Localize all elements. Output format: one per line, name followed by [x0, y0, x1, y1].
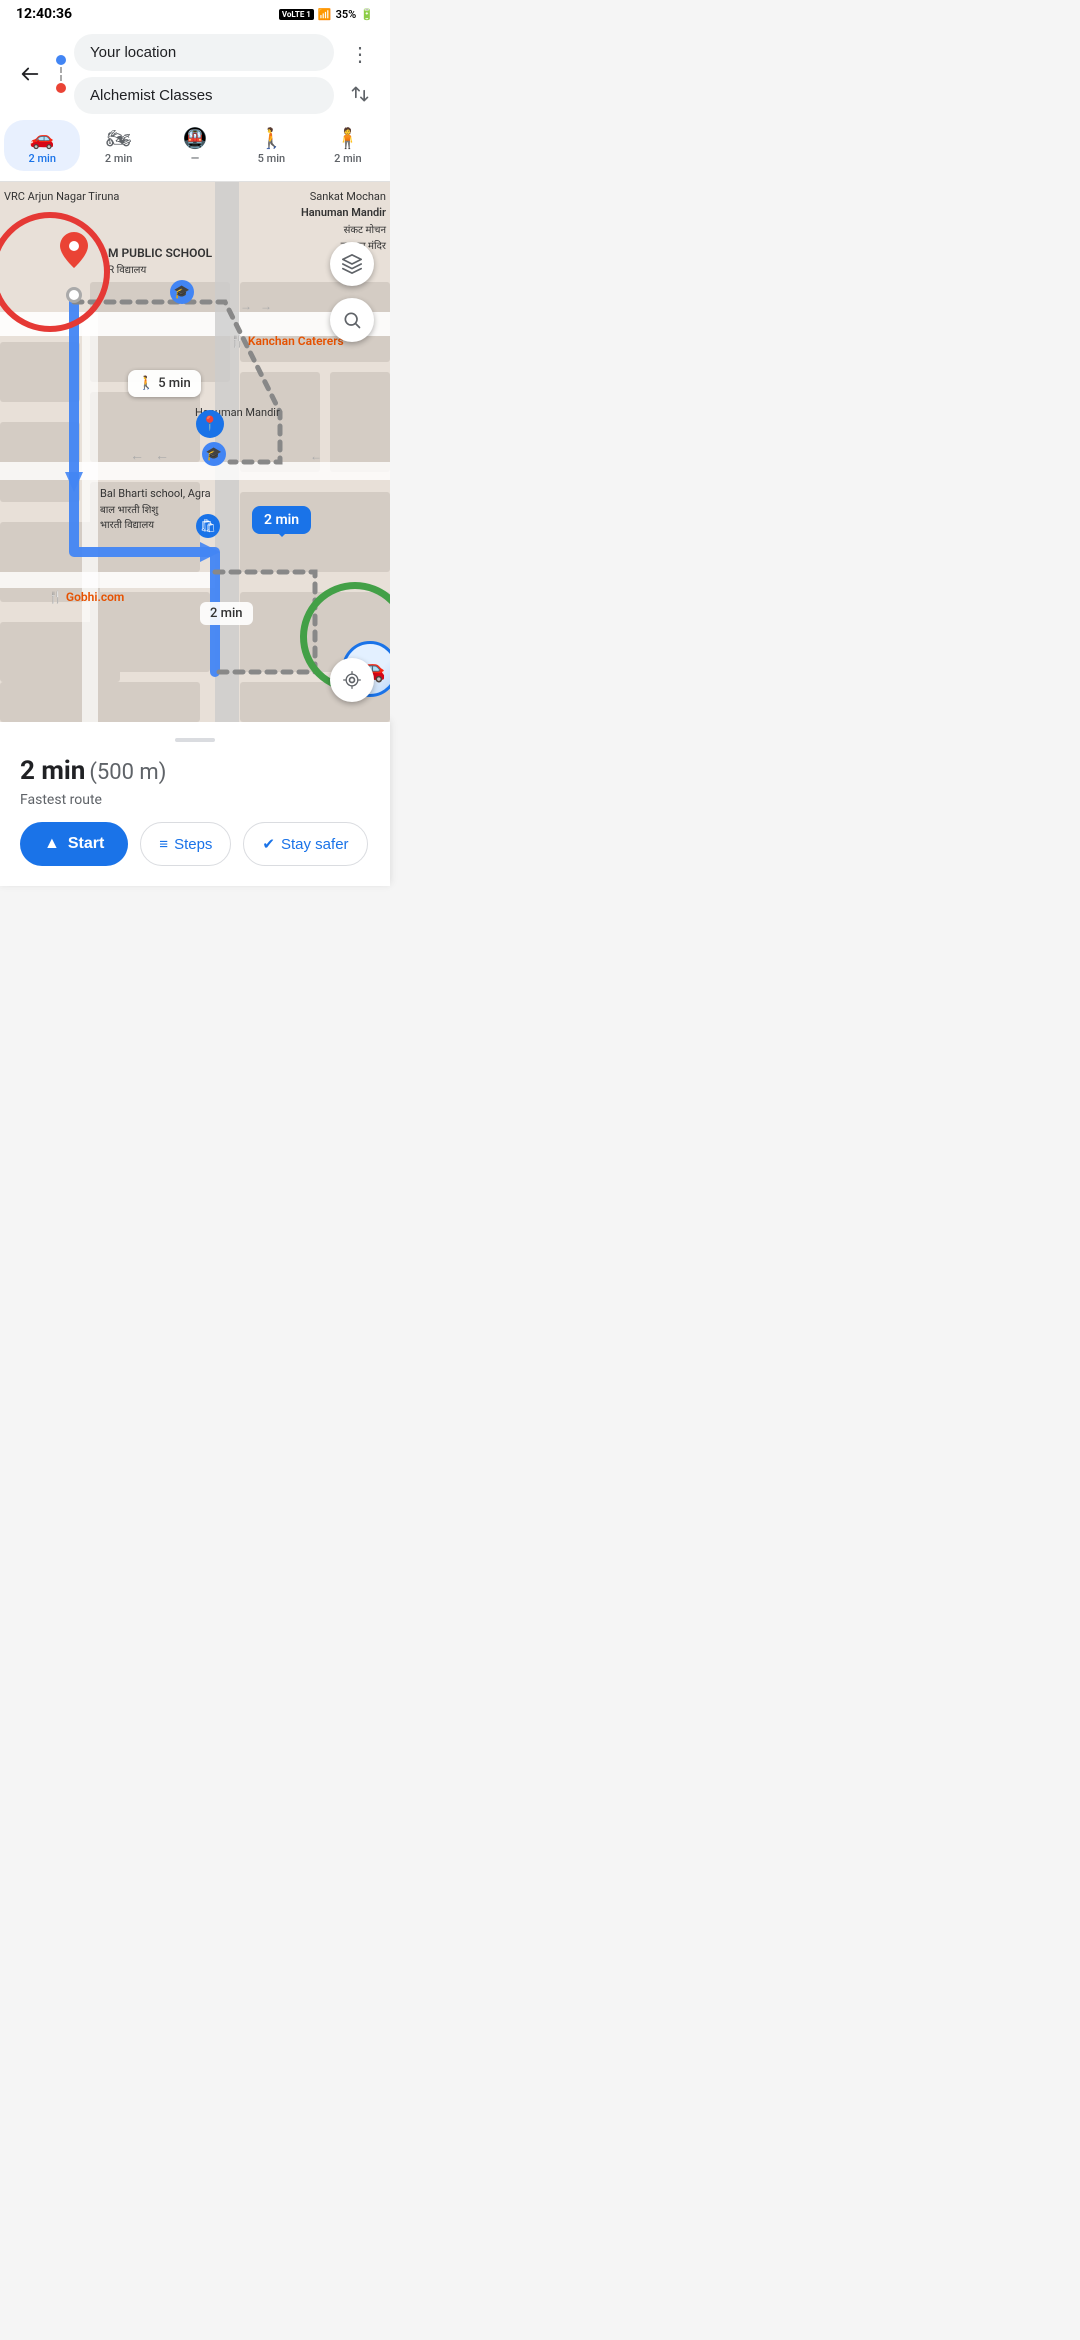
transport-tabs: 🚗 2 min 🏍 2 min 🚇 — 🚶 5 min 🧍 2 min: [0, 114, 390, 182]
battery-icon: 🔋: [360, 8, 374, 21]
swap-button[interactable]: [342, 76, 378, 112]
tab-transit-label: —: [191, 152, 199, 165]
more-button[interactable]: ⋮: [342, 36, 378, 72]
walk-icon: 🚶: [259, 126, 284, 150]
header: ⋮: [0, 26, 390, 114]
start-button[interactable]: ▲ Start: [20, 822, 128, 866]
map-label-sankat: Sankat Mochan: [310, 190, 386, 203]
stay-safer-button[interactable]: ✔ Stay safer: [243, 822, 367, 866]
svg-text:→: →: [260, 299, 272, 313]
start-label: Start: [68, 835, 104, 853]
school-pin-1: 🎓: [170, 280, 194, 304]
svg-text:→: →: [240, 299, 252, 313]
tab-bike-label: 2 min: [105, 152, 133, 165]
header-top-row: ⋮: [12, 34, 378, 114]
dot-line: [60, 67, 62, 73]
origin-input[interactable]: [74, 34, 334, 71]
map-label-school: M PUBLIC SCHOOL: [108, 246, 212, 260]
destination-pin: [60, 232, 88, 272]
route-distance: (500 m): [89, 760, 166, 785]
walk-icon: 🚶: [138, 376, 154, 391]
tab-car[interactable]: 🚗 2 min: [4, 120, 80, 171]
layers-button[interactable]: [330, 242, 374, 286]
volte-badge: VoLTE 1: [279, 9, 314, 20]
nav-location-pin: 📍: [196, 410, 224, 438]
tab-bike[interactable]: 🏍 2 min: [80, 120, 156, 171]
steps-icon: ≡: [159, 836, 168, 853]
map-label-caterers: 🍴 Kanchan Caterers: [230, 334, 344, 348]
status-time: 12:40:36: [16, 6, 72, 22]
route-inputs: [74, 34, 334, 114]
map-label-hanuman-mandir-top: Hanuman Mandir: [301, 206, 386, 219]
transit-icon: 🚇: [183, 126, 208, 150]
map-label-bal-hindi2: भारती विद्यालय: [100, 517, 154, 531]
start-icon: ▲: [44, 835, 60, 853]
status-icons: VoLTE 1 📶 35% 🔋: [279, 8, 374, 21]
route-info: 2 min (500 m): [20, 756, 370, 786]
walk-time-label: 5 min: [158, 376, 191, 391]
current-location-dot: [66, 287, 82, 303]
rideshare-icon: 🧍: [335, 126, 360, 150]
safer-label: Stay safer: [281, 836, 349, 853]
steps-button[interactable]: ≡ Steps: [140, 822, 231, 866]
svg-text:←: ←: [130, 447, 144, 463]
map-label-school-hindi: R विद्यालय: [108, 262, 146, 276]
walk-time-bubble: 🚶 5 min: [128, 370, 201, 397]
tab-transit[interactable]: 🚇 —: [157, 120, 233, 171]
map-label-sankat-hindi: संकट मोचन: [344, 222, 386, 236]
shopping-pin: 🛍: [196, 514, 220, 538]
steps-label: Steps: [174, 836, 212, 853]
my-location-button[interactable]: [330, 658, 374, 702]
action-buttons: ▲ Start ≡ Steps ✔ Stay safer: [20, 822, 370, 866]
map-search-button[interactable]: [330, 298, 374, 342]
tab-car-label: 2 min: [28, 152, 56, 165]
signal-icon: 📶: [318, 8, 332, 21]
road-time-label: 2 min: [200, 602, 253, 625]
tab-walk-label: 5 min: [258, 152, 286, 165]
tab-walk[interactable]: 🚶 5 min: [233, 120, 309, 171]
route-dots: [56, 47, 66, 101]
dest-dot: [56, 83, 66, 93]
bottom-sheet: 2 min (500 m) Fastest route ▲ Start ≡ St…: [0, 722, 390, 886]
tab-rideshare[interactable]: 🧍 2 min: [310, 120, 386, 171]
battery-text: 35%: [336, 8, 357, 21]
map-label-gobhi: 🍴 Gobhi.com: [48, 590, 124, 604]
svg-text:←: ←: [310, 449, 322, 463]
route-time-badge: 2 min: [252, 506, 311, 534]
status-bar: 12:40:36 VoLTE 1 📶 35% 🔋: [0, 0, 390, 26]
map-area[interactable]: ← ← → → ← VRC Arjun Nagar Tiruna Sankat …: [0, 182, 390, 722]
tab-rideshare-label: 2 min: [334, 152, 362, 165]
map-label-bal-hindi1: बाल भारती शिशु: [100, 502, 158, 516]
car-icon: 🚗: [30, 126, 55, 150]
school-pin-2: 🎓: [202, 442, 226, 466]
bike-icon: 🏍: [106, 126, 131, 150]
bottom-handle: [175, 738, 215, 742]
map-label-arjun: VRC Arjun Nagar Tiruna: [4, 190, 119, 203]
map-label-bal-bharti: Bal Bharti school, Agra: [100, 487, 211, 500]
svg-text:←: ←: [155, 447, 169, 463]
dot-line2: [60, 75, 62, 81]
destination-input[interactable]: [74, 77, 334, 114]
origin-dot: [56, 55, 66, 65]
route-time: 2 min: [20, 756, 85, 786]
route-subtitle: Fastest route: [20, 792, 370, 808]
badge-label: 2 min: [264, 512, 299, 528]
safer-icon: ✔: [262, 835, 275, 853]
back-button[interactable]: [12, 56, 48, 92]
road-time-text: 2 min: [210, 606, 243, 621]
